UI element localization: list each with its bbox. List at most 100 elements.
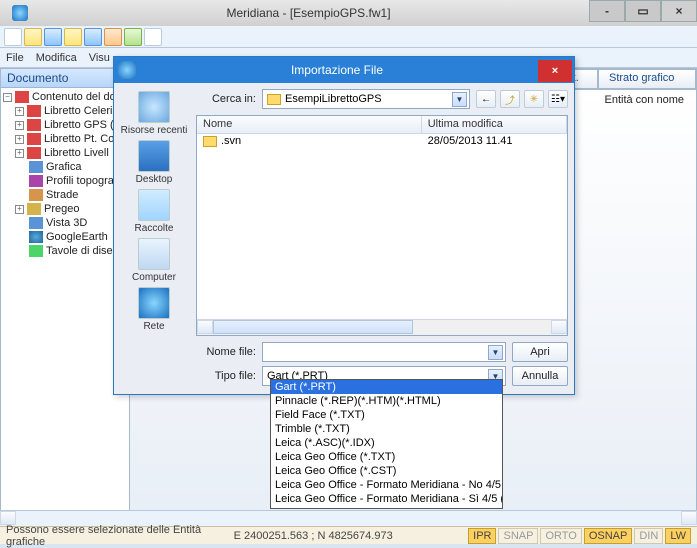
status-bar: Possono essere selezionate delle Entità …	[0, 526, 697, 544]
book-icon	[27, 133, 41, 145]
toolbar-print-icon[interactable]	[104, 28, 122, 46]
chevron-down-icon[interactable]: ▼	[488, 345, 503, 360]
document-tree[interactable]: − Contenuto del do + Libretto Celeri + Libr…	[1, 88, 129, 527]
cerca-combo[interactable]: EsempiLibrettoGPS ▼	[262, 89, 470, 109]
cerca-label: Cerca in:	[196, 93, 262, 105]
place-raccolte[interactable]: Raccolte	[114, 189, 194, 234]
tree-item[interactable]: Libretto Celeri	[44, 105, 112, 117]
desktop-icon	[138, 140, 170, 172]
chip-ipr[interactable]: IPR	[468, 528, 496, 544]
dropdown-item[interactable]: Trimble (*.TXT)	[271, 422, 502, 436]
minimize-button[interactable]: -	[589, 0, 625, 22]
tree-item[interactable]: Profili topogra	[46, 175, 114, 187]
dropdown-item[interactable]: Leica (*.ASC)(*.IDX)	[271, 436, 502, 450]
nomefile-label: Nome file:	[196, 346, 262, 358]
tree-expand-icon[interactable]: +	[15, 205, 24, 214]
dialog-close-button[interactable]: ×	[538, 60, 572, 82]
toolbar-folder-icon[interactable]	[64, 28, 82, 46]
dropdown-item[interactable]: Leica Geo Office - Formato Meridiana - S…	[271, 492, 502, 506]
view3d-icon	[29, 217, 43, 229]
dropdown-item[interactable]: Field Face (*.TXT)	[271, 408, 502, 422]
scroll-right-icon[interactable]	[551, 320, 567, 334]
toolbar-copy-icon[interactable]	[84, 28, 102, 46]
chip-osnap[interactable]: OSNAP	[584, 528, 633, 544]
dropdown-item[interactable]: Leica Geo Office (*.CST)	[271, 464, 502, 478]
tree-item[interactable]: GoogleEarth	[46, 231, 108, 243]
dropdown-item[interactable]: Leica Geo Office (*.TXT)	[271, 450, 502, 464]
tree-item[interactable]: Pregeo	[44, 203, 79, 215]
scroll-left-icon[interactable]	[197, 320, 213, 334]
nav-up-icon[interactable]: ⤴	[500, 90, 520, 108]
place-computer[interactable]: Computer	[114, 238, 194, 283]
tree-expand-icon[interactable]: +	[15, 135, 24, 144]
dialog-icon	[118, 61, 136, 79]
book-icon	[15, 91, 29, 103]
document-panel: Documento −Contenuto del do +Libretto Ce…	[0, 68, 130, 528]
file-row[interactable]: .svn 28/05/2013 11.41	[197, 134, 567, 148]
col-nome[interactable]: Nome	[197, 116, 422, 133]
toolbar-save-icon[interactable]	[44, 28, 62, 46]
nav-back-icon[interactable]: ←	[476, 90, 496, 108]
dropdown-item[interactable]: Gart (*.PRT)	[271, 380, 502, 394]
file-list-scrollbar[interactable]	[197, 319, 567, 335]
book-icon	[27, 119, 41, 131]
tree-root[interactable]: Contenuto del do	[32, 91, 116, 103]
nomefile-input[interactable]: ▼	[262, 342, 506, 362]
place-desktop[interactable]: Desktop	[114, 140, 194, 185]
scroll-right-icon[interactable]	[681, 511, 697, 525]
menu-visu[interactable]: Visu	[89, 52, 110, 64]
place-recent[interactable]: Risorse recenti	[114, 91, 194, 136]
dropdown-item[interactable]: Gart 2000 (*.LLH)	[271, 506, 502, 509]
nav-views-icon[interactable]: ☷▾	[548, 90, 568, 108]
libraries-icon	[138, 189, 170, 221]
nav-newfolder-icon[interactable]: ✳	[524, 90, 544, 108]
close-button[interactable]: ×	[661, 0, 697, 22]
dialog-title: Importazione File	[136, 63, 538, 77]
graphics-icon	[29, 161, 43, 173]
menu-modifica[interactable]: Modifica	[36, 52, 77, 64]
tree-expand-icon[interactable]: +	[15, 149, 24, 158]
tree-item[interactable]: Tavole di dise	[46, 245, 113, 257]
file-list[interactable]: Nome Ultima modifica .svn 28/05/2013 11.…	[196, 115, 568, 336]
sheet-text: Entità con nome	[597, 92, 693, 108]
book-icon	[27, 105, 41, 117]
toolbar-go-icon[interactable]	[124, 28, 142, 46]
tree-item[interactable]: Grafica	[46, 161, 81, 173]
toolbar-new-icon[interactable]	[4, 28, 22, 46]
col-modifica[interactable]: Ultima modifica	[422, 116, 567, 133]
menu-file[interactable]: File	[6, 52, 24, 64]
dialog-titlebar[interactable]: Importazione File ×	[114, 57, 574, 83]
maximize-button[interactable]: ▭	[625, 0, 661, 22]
filetype-dropdown[interactable]: Gart (*.PRT) Pinnacle (*.REP)(*.HTM)(*.H…	[270, 379, 503, 509]
chip-snap[interactable]: SNAP	[498, 528, 538, 544]
folder-icon	[203, 136, 217, 147]
apri-button[interactable]: Apri	[512, 342, 568, 362]
tab-strato[interactable]: Strato grafico	[598, 69, 696, 89]
chevron-down-icon[interactable]: ▼	[452, 92, 467, 107]
file-name: .svn	[221, 135, 428, 147]
places-bar: Risorse recenti Desktop Raccolte Compute…	[114, 83, 194, 394]
tree-item[interactable]: Libretto Livell	[44, 147, 109, 159]
tree-expand-icon[interactable]: +	[15, 107, 24, 116]
scroll-thumb[interactable]	[213, 320, 413, 334]
tree-item[interactable]: Vista 3D	[46, 217, 87, 229]
chip-orto[interactable]: ORTO	[540, 528, 581, 544]
folder-icon	[27, 203, 41, 215]
chip-din[interactable]: DIN	[634, 528, 663, 544]
chip-lw[interactable]: LW	[665, 528, 691, 544]
profile-icon	[29, 175, 43, 187]
toolbar-extra-icon[interactable]	[144, 28, 162, 46]
annulla-button[interactable]: Annulla	[512, 366, 568, 386]
recent-icon	[138, 91, 170, 123]
import-dialog: Importazione File × Risorse recenti Desk…	[113, 56, 575, 395]
toolbar-open-icon[interactable]	[24, 28, 42, 46]
dropdown-item[interactable]: Pinnacle (*.REP)(*.HTM)(*.HTML)	[271, 394, 502, 408]
tree-collapse-icon[interactable]: −	[3, 93, 12, 102]
place-rete[interactable]: Rete	[114, 287, 194, 332]
tree-item[interactable]: Libretto Pt. Co	[44, 133, 114, 145]
file-date: 28/05/2013 11.41	[428, 135, 561, 147]
tree-item[interactable]: Libretto GPS (	[44, 119, 114, 131]
tree-expand-icon[interactable]: +	[15, 121, 24, 130]
dropdown-item[interactable]: Leica Geo Office - Formato Meridiana - N…	[271, 478, 502, 492]
tree-item[interactable]: Strade	[46, 189, 78, 201]
